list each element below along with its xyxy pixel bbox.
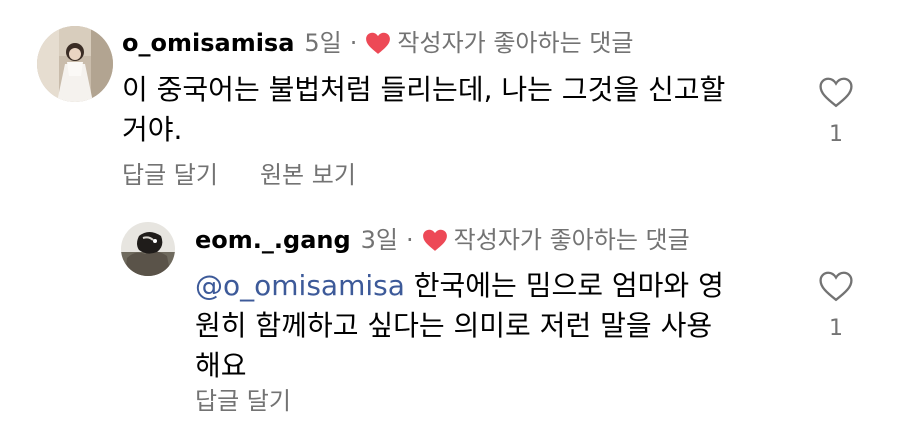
avatar-photo [121,222,175,276]
comment-meta: o_omisamisa 5일 · 작성자가 좋아하는 댓글 [122,28,633,58]
heart-filled-icon [422,229,447,251]
separator-dot: · [349,29,358,57]
like-column: 1 [811,76,861,147]
comment-text: @o_omisamisa 한국에는 밈으로 엄마와 영 원히 함께하고 싶다는 … [195,266,724,386]
reply-button[interactable]: 답글 달기 [122,160,218,190]
reply-comment-item: eom._.gang 3일 · 작성자가 좋아하는 댓글 @o_omisamis… [0,200,900,429]
separator-dot: · [406,226,414,254]
comment-text-line: 이 중국어는 불법처럼 들리는데, 나는 그것을 신고할 [122,73,726,106]
comment-text-line: 거야. [122,113,183,146]
comment-text-line: 해요 [195,349,247,382]
see-original-button[interactable]: 원본 보기 [260,160,356,190]
mention-link[interactable]: @o_omisamisa [195,269,405,302]
heart-outline-icon[interactable] [818,270,854,302]
like-count: 1 [829,122,843,147]
comment-text-line: 원히 함께하고 싶다는 의미로 저런 말을 사용 [195,309,713,342]
like-column: 1 [811,270,861,341]
liked-by-author-label: 작성자가 좋아하는 댓글 [453,226,690,254]
comment-item: o_omisamisa 5일 · 작성자가 좋아하는 댓글 이 중국어는 불법처… [0,0,900,200]
heart-filled-icon [366,32,391,54]
avatar[interactable] [121,222,175,276]
timestamp: 5일 [304,29,342,57]
avatar-photo [37,26,113,102]
comment-actions: 답글 달기 [195,386,333,416]
like-count: 1 [829,316,843,341]
reply-button[interactable]: 답글 달기 [195,386,291,416]
heart-outline-icon[interactable] [818,76,854,108]
comment-text: 이 중국어는 불법처럼 들리는데, 나는 그것을 신고할 거야. [122,70,725,150]
comment-actions: 답글 달기 원본 보기 [122,160,398,190]
liked-by-author-label: 작성자가 좋아하는 댓글 [397,29,634,57]
username[interactable]: o_omisamisa [122,28,294,58]
username[interactable]: eom._.gang [195,225,351,255]
comment-meta: eom._.gang 3일 · 작성자가 좋아하는 댓글 [195,225,690,255]
comment-text-line: @o_omisamisa 한국에는 밈으로 엄마와 영 [195,266,724,306]
timestamp: 3일 [360,226,399,254]
avatar[interactable] [37,26,113,102]
comment-text-segment: 한국에는 밈으로 엄마와 영 [404,269,724,302]
